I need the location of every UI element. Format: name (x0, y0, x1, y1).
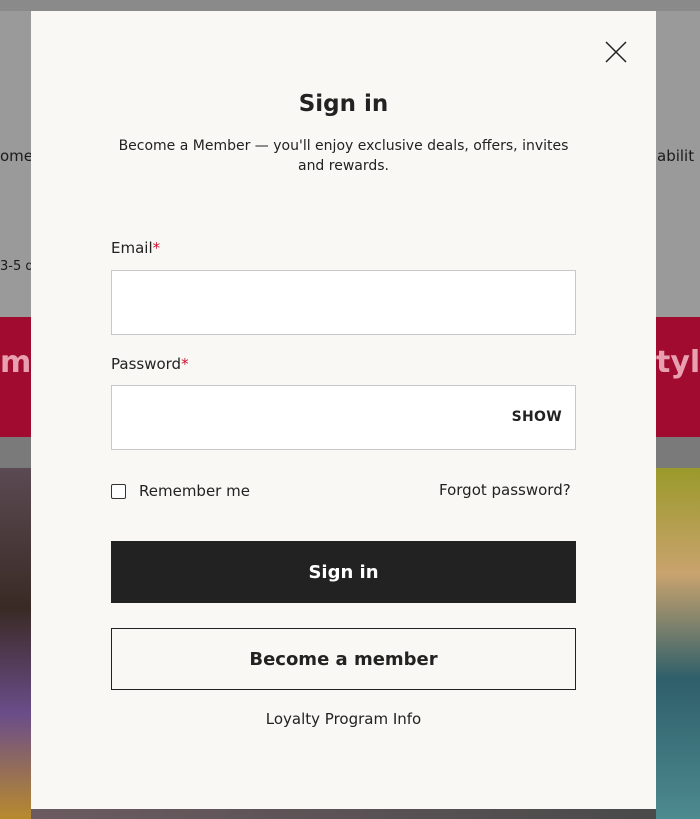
show-password-button[interactable]: SHOW (512, 409, 562, 425)
background-text-left: ome (0, 147, 34, 165)
email-label-text: Email (111, 239, 153, 257)
background-text-right: abilit (657, 147, 695, 165)
email-label: Email* (111, 239, 160, 257)
close-icon (605, 41, 627, 63)
loyalty-program-link[interactable]: Loyalty Program Info (31, 710, 656, 728)
sign-in-button[interactable]: Sign in (111, 541, 576, 603)
background-text-delivery: 3-5 d (0, 259, 34, 274)
modal-subtitle: Become a Member — you'll enjoy exclusive… (118, 138, 569, 174)
password-field-box: SHOW (111, 385, 576, 450)
remember-me-checkbox[interactable] (111, 483, 126, 499)
password-label-text: Password (111, 355, 182, 373)
remember-me[interactable]: Remember me (111, 482, 250, 500)
email-field[interactable] (126, 271, 510, 333)
password-label: Password* (111, 355, 189, 373)
email-field-box (111, 270, 576, 335)
email-required-mark: * (152, 239, 161, 257)
sign-in-modal: Sign in Become a Member — you'll enjoy e… (31, 11, 656, 809)
background-banner-text-right: tyle (656, 345, 700, 380)
background-photo-right (656, 468, 700, 819)
password-required-mark: * (181, 355, 189, 373)
remember-me-label: Remember me (139, 482, 250, 500)
close-button[interactable] (604, 40, 628, 64)
password-field[interactable] (126, 386, 510, 448)
modal-title: Sign in (298, 91, 389, 117)
become-member-button[interactable]: Become a member (111, 628, 576, 690)
background-photo-left (0, 468, 31, 819)
forgot-password-link[interactable]: Forgot password? (439, 481, 571, 499)
